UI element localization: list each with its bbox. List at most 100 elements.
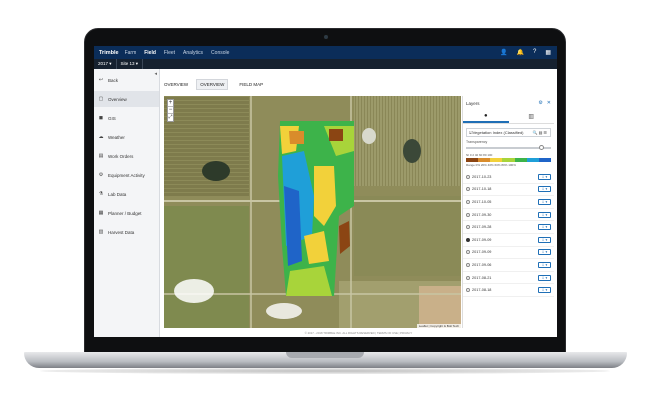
sidebar-item-gis[interactable]: ◼ GIS bbox=[94, 110, 159, 126]
tab-bar: OVERVIEW OVERVIEW FIELD MAP bbox=[164, 79, 266, 90]
date-action-button[interactable]: ⇩ ▾ bbox=[538, 211, 551, 218]
date-radio[interactable] bbox=[466, 225, 470, 230]
layers-title: Layers bbox=[466, 100, 480, 106]
map-attribution[interactable]: Leaflet | Copyright & Bolt Tech bbox=[416, 324, 461, 328]
weather-icon: ☁ bbox=[98, 134, 104, 140]
top-icons: 👤 🔔 ? ▦ bbox=[500, 49, 551, 56]
layer-name: Vegetation Index (Classified) bbox=[472, 130, 524, 135]
sidebar-item-label: Work Orders bbox=[108, 153, 134, 159]
sidebar-item-planner-budget[interactable]: ▦ Planner / Budget bbox=[94, 205, 159, 221]
date-row[interactable]: 2017-09-28 ⇩ ▾ bbox=[463, 221, 554, 234]
brand-logo[interactable]: Trimble bbox=[99, 50, 119, 56]
date-radio[interactable] bbox=[466, 174, 470, 179]
layer-row-vegetation[interactable]: ☑ Vegetation Index (Classified) 🔍▤☰ bbox=[466, 128, 551, 137]
zoom-in-button[interactable]: + bbox=[168, 100, 173, 107]
help-icon[interactable]: ? bbox=[533, 49, 536, 56]
date-row[interactable]: 2017-09-09 ⇩ ▾ bbox=[463, 247, 554, 260]
notification-icon[interactable]: 🔔 bbox=[517, 49, 524, 56]
date-label: 2017-10-05 bbox=[472, 199, 492, 204]
lab-icon: ⚗ bbox=[98, 191, 104, 197]
user-icon[interactable]: 👤 bbox=[500, 49, 507, 56]
legend-swatch bbox=[478, 158, 491, 162]
date-radio[interactable] bbox=[466, 288, 470, 293]
date-label: 2017-08-18 bbox=[472, 288, 492, 293]
globe-icon: ● bbox=[483, 112, 488, 119]
date-action-button[interactable]: ⇩ ▾ bbox=[538, 287, 551, 294]
date-row[interactable]: 2017-08-18 ⇩ ▾ bbox=[463, 284, 554, 297]
date-radio[interactable] bbox=[466, 237, 470, 242]
layer-tools-icon[interactable]: 🔍▤☰ bbox=[533, 130, 548, 135]
date-action-button[interactable]: ⇩ ▾ bbox=[538, 236, 551, 243]
date-action-button[interactable]: ⇩ ▾ bbox=[538, 186, 551, 193]
nav-field[interactable]: Field bbox=[144, 50, 156, 56]
date-action-button[interactable]: ⇩ ▾ bbox=[538, 249, 551, 256]
layers-header: Layers ⚙ ✕ bbox=[463, 96, 554, 110]
date-radio[interactable] bbox=[466, 250, 470, 255]
sidebar-item-label: Lab Data bbox=[108, 191, 127, 197]
date-list: 2017-10-23 ⇩ ▾ 2017-10-18 ⇩ ▾ 2017-10-05 ⇩ ▾ 2… bbox=[463, 171, 554, 297]
main-content: OVERVIEW OVERVIEW FIELD MAP + − ⤢ Leafle… bbox=[160, 69, 557, 337]
gis-icon: ◼ bbox=[98, 115, 104, 121]
date-radio[interactable] bbox=[466, 199, 470, 204]
section-title: OVERVIEW bbox=[164, 82, 189, 87]
collapse-icon[interactable]: ◂ bbox=[154, 71, 157, 77]
date-row[interactable]: 2017-08-21 ⇩ ▾ bbox=[463, 272, 554, 285]
close-icon[interactable]: ✕ bbox=[547, 100, 551, 106]
date-row[interactable]: 2017-10-23 ⇩ ▾ bbox=[463, 171, 554, 184]
layers-tabs: ● ▥ bbox=[463, 110, 554, 124]
transparency-slider[interactable] bbox=[466, 145, 551, 150]
date-row[interactable]: 2017-10-18 ⇩ ▾ bbox=[463, 184, 554, 197]
satellite-map-image bbox=[164, 96, 461, 328]
slider-knob[interactable] bbox=[539, 145, 545, 150]
tab-layers-grid[interactable]: ▥ bbox=[509, 110, 555, 123]
date-label: 2017-09-09 bbox=[472, 237, 492, 242]
tab-field-map[interactable]: FIELD MAP bbox=[236, 80, 266, 89]
legend-swatch bbox=[526, 158, 539, 162]
zoom-control: + − ⤢ bbox=[167, 99, 174, 122]
laptop-shadow bbox=[40, 368, 610, 374]
date-row[interactable]: 2017-09-30 ⇩ ▾ bbox=[463, 209, 554, 222]
sidebar-item-equipment-activity[interactable]: ⚙ Equipment Activity bbox=[94, 167, 159, 183]
date-label: 2017-10-23 bbox=[472, 174, 492, 179]
date-action-button[interactable]: ⇩ ▾ bbox=[538, 198, 551, 205]
tab-overview[interactable]: OVERVIEW bbox=[196, 79, 229, 90]
sidebar-item-lab-data[interactable]: ⚗ Lab Data bbox=[94, 186, 159, 202]
camera-icon bbox=[323, 34, 329, 40]
date-row[interactable]: 2017-10-05 ⇩ ▾ bbox=[463, 196, 554, 209]
tab-layers-globe[interactable]: ● bbox=[463, 110, 509, 123]
transparency-label: Transparency bbox=[466, 140, 488, 144]
year-selector[interactable]: 2017 ▾ bbox=[94, 59, 117, 69]
sidebar-item-back[interactable]: ↩ Back bbox=[94, 72, 159, 88]
sidebar-list: ↩ Back ▢ Overview ◼ GIS ☁ Weather ▤ Work Orders ⚙ E… bbox=[94, 72, 159, 240]
grid-icon: ▥ bbox=[528, 114, 535, 120]
sidebar-item-weather[interactable]: ☁ Weather bbox=[94, 129, 159, 145]
fullscreen-icon[interactable]: ⤢ bbox=[168, 114, 173, 121]
date-row[interactable]: 2017-09-06 ⇩ ▾ bbox=[463, 259, 554, 272]
settings-icon[interactable]: ⚙ bbox=[538, 100, 542, 106]
date-radio[interactable] bbox=[466, 187, 470, 192]
date-action-button[interactable]: ⇩ ▾ bbox=[538, 274, 551, 281]
nav-analytics[interactable]: Analytics bbox=[183, 50, 203, 56]
sidebar-item-work-orders[interactable]: ▤ Work Orders bbox=[94, 148, 159, 164]
date-action-button[interactable]: ⇩ ▾ bbox=[538, 173, 551, 180]
nav-console[interactable]: Console bbox=[211, 50, 229, 56]
apps-grid-icon[interactable]: ▦ bbox=[545, 49, 551, 56]
footer-text: © 2017 - 2018 TRIMBLE INC. ALL RIGHTS RE… bbox=[160, 330, 557, 337]
date-action-button[interactable]: ⇩ ▾ bbox=[538, 261, 551, 268]
sidebar-item-label: Weather bbox=[108, 134, 125, 140]
site-selector[interactable]: Site 13 ▾ bbox=[117, 59, 144, 69]
zoom-out-button[interactable]: − bbox=[168, 107, 173, 114]
legend-swatch bbox=[502, 158, 515, 162]
field-map[interactable]: + − ⤢ Leaflet | Copyright & Bolt Tech bbox=[164, 96, 461, 328]
date-radio[interactable] bbox=[466, 275, 470, 280]
nav-fleet[interactable]: Fleet bbox=[164, 50, 175, 56]
sidebar-item-label: Harvest Data bbox=[108, 229, 135, 235]
date-radio[interactable] bbox=[466, 212, 470, 217]
sidebar-item-harvest-data[interactable]: ▥ Harvest Data bbox=[94, 224, 159, 240]
date-action-button[interactable]: ⇩ ▾ bbox=[538, 224, 551, 231]
date-row[interactable]: 2017-09-09 ⇩ ▾ bbox=[463, 234, 554, 247]
sidebar-item-overview[interactable]: ▢ Overview bbox=[94, 91, 159, 107]
legend-range: Range 0% 20% 40% 60% 80% 100% bbox=[466, 163, 516, 167]
nav-farm[interactable]: Farm bbox=[125, 50, 137, 56]
date-radio[interactable] bbox=[466, 262, 470, 267]
